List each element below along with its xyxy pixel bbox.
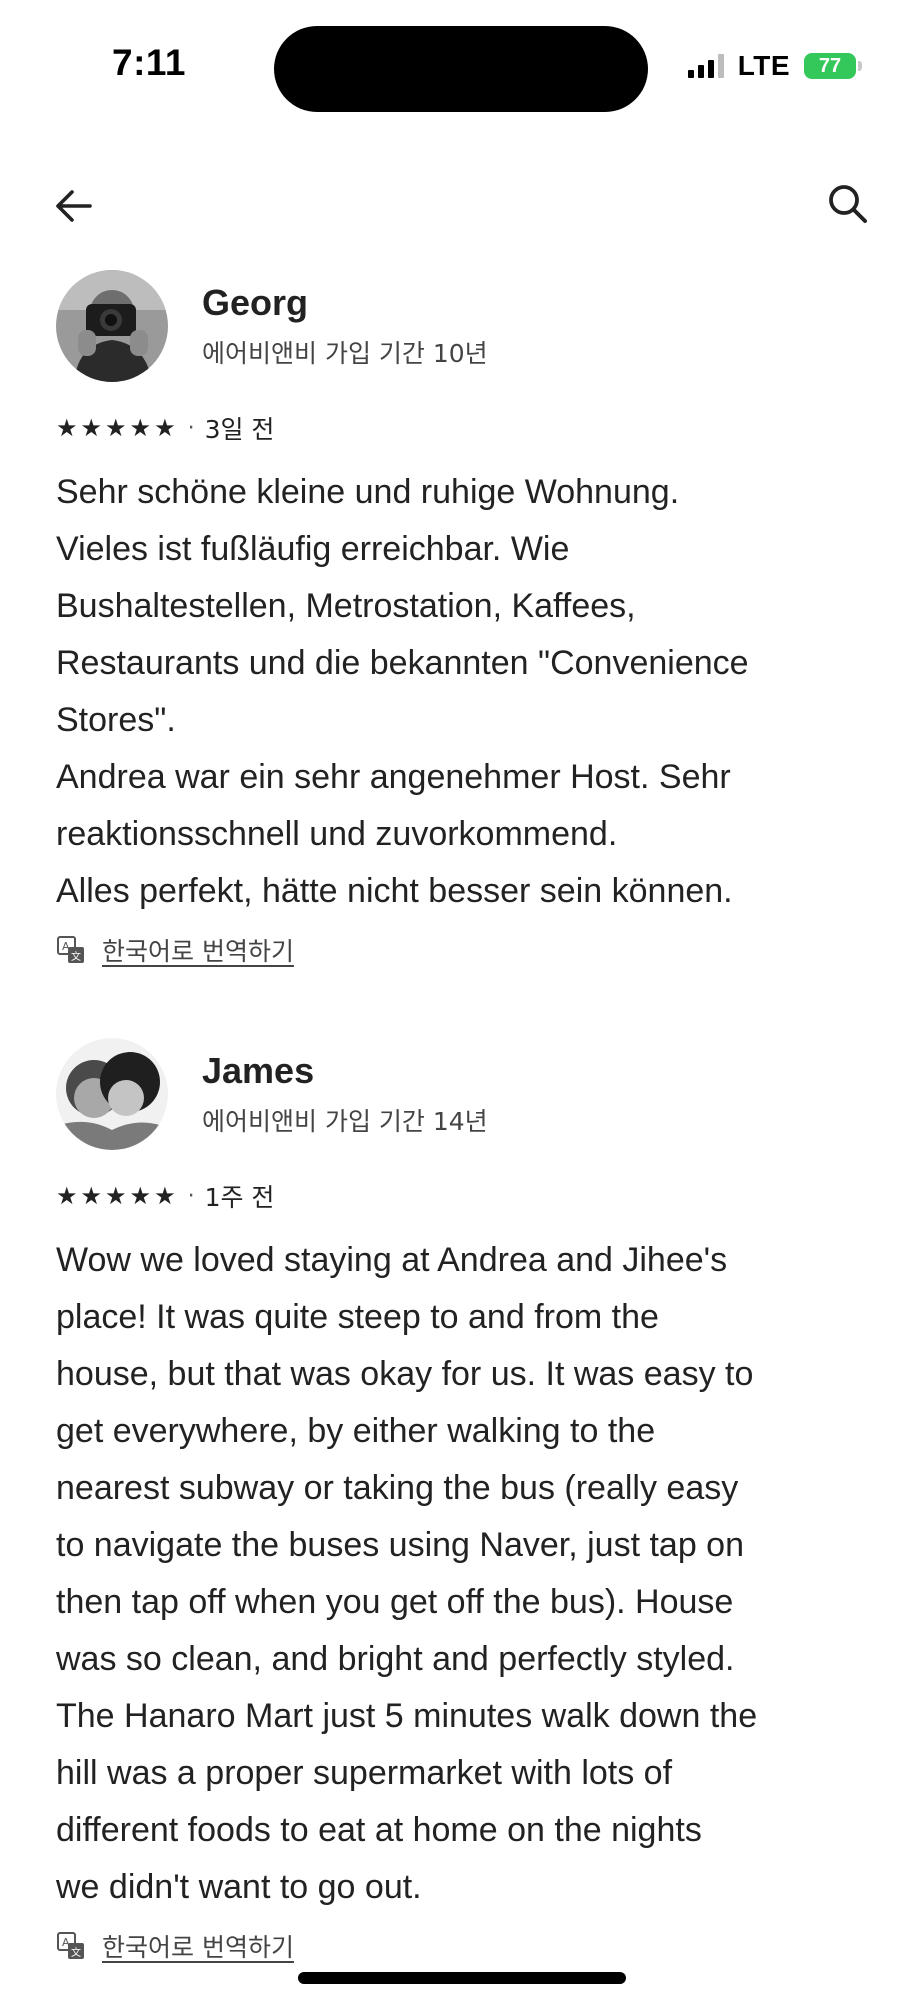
review-text: Wow we loved staying at Andrea and Jihee… [56,1241,758,1906]
battery-icon: 77 [804,53,862,79]
cellular-signal-icon [687,54,724,78]
network-type: LTE [737,50,790,81]
reviewer-name: Georg [202,282,309,323]
star-icon: ★ [105,1182,127,1210]
avatar[interactable] [56,1038,168,1150]
battery-level: 77 [818,54,842,77]
avatar[interactable] [56,270,168,382]
top-nav [0,170,922,240]
search-icon [829,185,867,223]
translate-link[interactable]: 한국어로 번역하기 [102,932,294,968]
status-time: 7:11 [112,42,187,83]
star-rating: ★ ★ ★ ★ ★ [56,416,176,440]
star-icon: ★ [56,1182,78,1210]
review-header: James 에어비앤비 가입 기간 14년 [56,1038,866,1150]
rating-row: ★ ★ ★ ★ ★ · 1주 전 [56,1176,866,1216]
reviewer-name: James [202,1050,315,1091]
search-button[interactable] [826,182,870,226]
review-item: Georg 에어비앤비 가입 기간 10년 ★ ★ ★ ★ ★ · 3일 전 S… [56,270,866,972]
translate-icon: A 文 [57,1932,84,1959]
translate-button[interactable]: A 文 한국어로 번역하기 [56,928,866,972]
star-icon: ★ [129,1182,152,1210]
review-date: 3일 전 [204,415,275,444]
star-icon: ★ [154,414,176,442]
reviewer-info: James 에어비앤비 가입 기간 14년 [202,1050,488,1138]
star-rating: ★ ★ ★ ★ ★ [56,1184,176,1208]
status-bar: 7:11 LTE 77 [0,0,922,130]
translate-link[interactable]: 한국어로 번역하기 [102,1928,294,1964]
reviewer-photo [56,1038,168,1150]
dynamic-island [274,26,648,112]
translate-button[interactable]: A 文 한국어로 번역하기 [56,1924,866,1968]
star-icon: ★ [129,414,152,442]
svg-text:文: 文 [71,950,81,963]
star-icon: ★ [154,1182,176,1210]
reviewer-photo [56,270,168,382]
review-header: Georg 에어비앤비 가입 기간 10년 [56,270,866,382]
review-date: 1주 전 [204,1183,275,1212]
review-text: Sehr schöne kleine und ruhige Wohnung. V… [56,473,749,910]
separator-dot: · [187,1183,195,1209]
star-icon: ★ [80,1182,103,1210]
star-icon: ★ [80,414,103,442]
separator-dot: · [187,415,195,441]
arrow-left-icon [56,190,92,222]
svg-text:文: 文 [71,1946,81,1959]
battery-nub [858,61,862,71]
reviewer-tenure: 에어비앤비 가입 기간 14년 [202,1107,488,1136]
review-item: James 에어비앤비 가입 기간 14년 ★ ★ ★ ★ ★ · 1주 전 W… [56,1038,866,1968]
back-button[interactable] [52,184,96,228]
status-indicators: LTE 77 [687,50,862,82]
star-icon: ★ [56,414,78,442]
translate-icon: A 文 [57,936,84,963]
reviewer-info: Georg 에어비앤비 가입 기간 10년 [202,282,488,370]
home-indicator[interactable] [298,1972,626,1984]
star-icon: ★ [105,414,127,442]
rating-row: ★ ★ ★ ★ ★ · 3일 전 [56,408,866,448]
reviewer-tenure: 에어비앤비 가입 기간 10년 [202,339,488,368]
